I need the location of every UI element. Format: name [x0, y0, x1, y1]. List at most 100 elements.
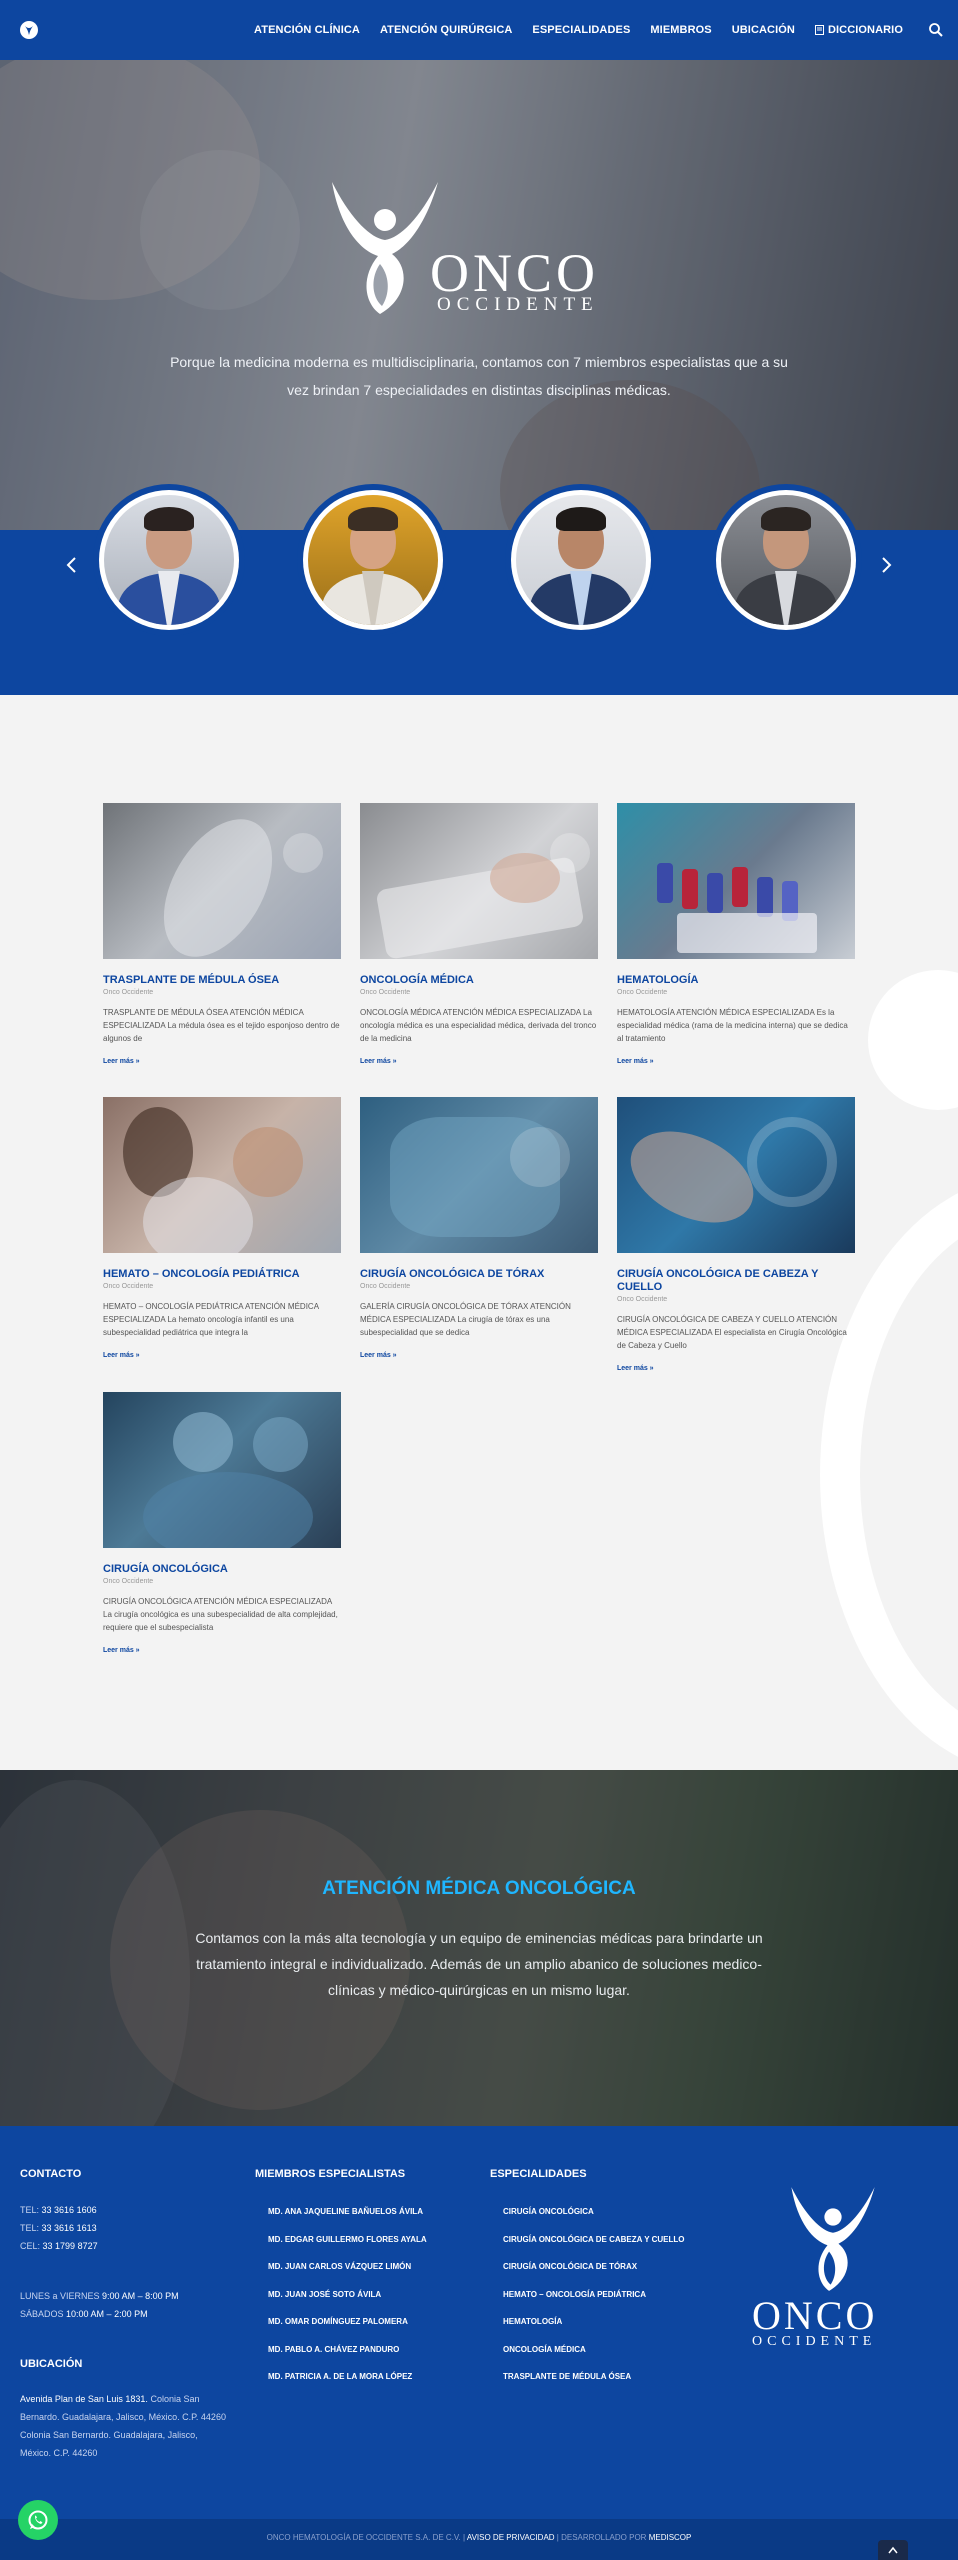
- whatsapp-button[interactable]: [18, 2500, 58, 2540]
- footer-phone[interactable]: TEL: 33 3616 1613: [20, 2219, 97, 2237]
- nav-item-diccionario-label: DICCIONARIO: [827, 24, 903, 36]
- logo-icon[interactable]: [20, 21, 38, 39]
- specialty-title[interactable]: HEMATOLOGÍA: [617, 974, 855, 987]
- specialty-image: [617, 803, 855, 959]
- book-icon: [814, 25, 824, 35]
- address-line: Bernardo. Guadalajara, Jalisco, México. …: [20, 2412, 226, 2422]
- specialty-author: Onco Occidente: [360, 989, 411, 996]
- hero-brand-word: ONCO: [430, 243, 600, 303]
- specialty-excerpt: ONCOLOGÍA MÉDICA ATENCIÓN MÉDICA ESPECIA…: [360, 1008, 597, 1043]
- developer-prefix: | DESARROLLADO POR: [556, 2533, 647, 2542]
- onco-figure-icon: [332, 182, 438, 314]
- read-more-link[interactable]: Leer más »: [103, 1058, 341, 1065]
- specialty-card[interactable]: CIRUGÍA ONCOLÓGICA DE CABEZA Y CUELLO On…: [617, 1097, 855, 1372]
- footer-specialty-link[interactable]: HEMATOLOGÍA: [503, 2315, 685, 2343]
- specialty-card[interactable]: TRASPLANTE DE MÉDULA ÓSEA Onco Occidente…: [103, 803, 341, 1065]
- footer-members-list: MD. ANA JAQUELINE BAÑUELOS ÁVILA MD. EDG…: [268, 2205, 427, 2398]
- developer-link[interactable]: MEDISCOP: [649, 2533, 692, 2542]
- back-to-top-button[interactable]: [878, 2540, 908, 2560]
- footer-phone[interactable]: TEL: 33 3616 1606: [20, 2201, 97, 2219]
- footer-member-link[interactable]: MD. PATRICIA A. DE LA MORA LÓPEZ: [268, 2370, 427, 2398]
- footer-specialty-link[interactable]: ONCOLOGÍA MÉDICA: [503, 2343, 685, 2371]
- specialty-excerpt: GALERÍA CIRUGÍA ONCOLÓGICA DE TÓRAX ATEN…: [360, 1302, 571, 1337]
- chevron-right-icon[interactable]: [874, 553, 898, 577]
- footer-member-link[interactable]: MD. JUAN CARLOS VÁZQUEZ LIMÓN: [268, 2260, 427, 2288]
- specialty-author: Onco Occidente: [617, 1296, 668, 1303]
- hours-label: SÁBADOS: [20, 2309, 64, 2319]
- copyright-text: ONCO HEMATOLOGÍA DE OCCIDENTE S.A. DE C.…: [0, 2533, 958, 2542]
- specialty-author: Onco Occidente: [103, 989, 154, 996]
- specialty-image: [103, 1392, 341, 1548]
- footer-specialty-link[interactable]: CIRUGÍA ONCOLÓGICA: [503, 2205, 685, 2233]
- specialty-title[interactable]: ONCOLOGÍA MÉDICA: [360, 974, 598, 987]
- specialty-title[interactable]: TRASPLANTE DE MÉDULA ÓSEA: [103, 974, 341, 987]
- hero-section: ONCO OCCIDENTE Porque la medicina modern…: [0, 0, 958, 695]
- footer: CONTACTO TEL: 33 3616 1606 TEL: 33 3616 …: [0, 2126, 958, 2519]
- specialty-image: [360, 803, 598, 959]
- footer-member-link[interactable]: MD. ANA JAQUELINE BAÑUELOS ÁVILA: [268, 2205, 427, 2233]
- top-navigation: ATENCIÓN CLÍNICA ATENCIÓN QUIRÚRGICA ESP…: [0, 0, 958, 60]
- nav-item-atencion-clinica[interactable]: ATENCIÓN CLÍNICA: [244, 24, 370, 36]
- privacy-link[interactable]: AVISO DE PRIVACIDAD: [467, 2533, 555, 2542]
- member-avatar[interactable]: [710, 484, 862, 636]
- footer-phone[interactable]: CEL: 33 1799 8727: [20, 2237, 98, 2255]
- read-more-link[interactable]: Leer más »: [103, 1352, 341, 1359]
- specialty-author: Onco Occidente: [103, 1283, 154, 1290]
- footer-members-heading: MIEMBROS ESPECIALISTAS: [255, 2168, 406, 2180]
- specialty-image: [103, 1097, 341, 1253]
- member-avatar[interactable]: [93, 484, 245, 636]
- hero-brand-logo: ONCO OCCIDENTE: [330, 178, 630, 318]
- specialty-title[interactable]: HEMATO – ONCOLOGÍA PEDIÁTRICA: [103, 1268, 341, 1281]
- address-line: Colonia San Bernardo. Guadalajara, Jalis…: [20, 2430, 198, 2440]
- member-avatar[interactable]: [297, 484, 449, 636]
- search-icon[interactable]: [928, 22, 944, 38]
- read-more-link[interactable]: Leer más »: [360, 1058, 598, 1065]
- decorative-circle: [868, 970, 958, 1110]
- nav-item-especialidades[interactable]: ESPECIALIDADES: [522, 24, 640, 36]
- specialty-excerpt: CIRUGÍA ONCOLÓGICA DE CABEZA Y CUELLO AT…: [617, 1315, 847, 1350]
- banner-description: Contamos con la más alta tecnología y un…: [195, 1930, 763, 1998]
- footer-member-link[interactable]: MD. PABLO A. CHÁVEZ PANDURO: [268, 2343, 427, 2371]
- member-avatar[interactable]: [505, 484, 657, 636]
- footer-specialty-link[interactable]: CIRUGÍA ONCOLÓGICA DE TÓRAX: [503, 2260, 685, 2288]
- specialty-card[interactable]: HEMATO – ONCOLOGÍA PEDIÁTRICA Onco Occid…: [103, 1097, 341, 1359]
- company-name: ONCO HEMATOLOGÍA DE OCCIDENTE S.A. DE C.…: [266, 2533, 466, 2542]
- chevron-up-icon: [888, 2546, 898, 2554]
- chevron-left-icon[interactable]: [60, 553, 84, 577]
- specialty-excerpt: TRASPLANTE DE MÉDULA ÓSEA ATENCIÓN MÉDIC…: [103, 1008, 340, 1043]
- phone-label: TEL:: [20, 2223, 40, 2233]
- read-more-link[interactable]: Leer más »: [617, 1365, 855, 1372]
- footer-member-link[interactable]: MD. EDGAR GUILLERMO FLORES AYALA: [268, 2233, 427, 2261]
- footer-brand-word: ONCO: [752, 2293, 878, 2338]
- specialty-image: [617, 1097, 855, 1253]
- specialty-image: [360, 1097, 598, 1253]
- nav-item-diccionario[interactable]: DICCIONARIO: [805, 24, 913, 36]
- footer-hours: LUNES a VIERNES 9:00 AM – 8:00 PM: [20, 2287, 179, 2305]
- read-more-link[interactable]: Leer más »: [617, 1058, 855, 1065]
- footer-specialty-link[interactable]: TRASPLANTE DE MÉDULA ÓSEA: [503, 2370, 685, 2398]
- read-more-link[interactable]: Leer más »: [103, 1647, 341, 1654]
- specialty-title[interactable]: CIRUGÍA ONCOLÓGICA DE TÓRAX: [360, 1268, 598, 1281]
- hours-value: 10:00 AM – 2:00 PM: [66, 2309, 148, 2319]
- footer-member-link[interactable]: MD. OMAR DOMÍNGUEZ PALOMERA: [268, 2315, 427, 2343]
- read-more-link[interactable]: Leer más »: [360, 1352, 598, 1359]
- footer-specialties-list: CIRUGÍA ONCOLÓGICA CIRUGÍA ONCOLÓGICA DE…: [503, 2205, 685, 2398]
- hours-value: 9:00 AM – 8:00 PM: [102, 2291, 179, 2301]
- nav-item-atencion-quirurgica[interactable]: ATENCIÓN QUIRÚRGICA: [370, 24, 522, 36]
- specialty-card[interactable]: CIRUGÍA ONCOLÓGICA DE TÓRAX Onco Occiden…: [360, 1097, 598, 1359]
- specialty-card[interactable]: HEMATOLOGÍA Onco Occidente HEMATOLOGÍA A…: [617, 803, 855, 1065]
- specialty-excerpt: HEMATO – ONCOLOGÍA PEDIÁTRICA ATENCIÓN M…: [103, 1302, 319, 1337]
- nav-item-ubicacion[interactable]: UBICACIÓN: [722, 24, 805, 36]
- onco-figure-icon: [791, 2187, 875, 2291]
- oncology-banner: ATENCIÓN MÉDICA ONCOLÓGICA Contamos con …: [0, 1770, 958, 2126]
- footer-specialty-link[interactable]: CIRUGÍA ONCOLÓGICA DE CABEZA Y CUELLO: [503, 2233, 685, 2261]
- footer-specialty-link[interactable]: HEMATO – ONCOLOGÍA PEDIÁTRICA: [503, 2288, 685, 2316]
- footer-member-link[interactable]: MD. JUAN JOSÉ SOTO ÁVILA: [268, 2288, 427, 2316]
- specialty-title[interactable]: CIRUGÍA ONCOLÓGICA: [103, 1563, 341, 1576]
- hero-brand-subtitle: OCCIDENTE: [437, 294, 599, 315]
- nav-item-miembros[interactable]: MIEMBROS: [640, 24, 721, 36]
- specialty-title[interactable]: CIRUGÍA ONCOLÓGICA DE CABEZA Y CUELLO: [617, 1268, 855, 1294]
- specialty-card[interactable]: CIRUGÍA ONCOLÓGICA Onco Occidente CIRUGÍ…: [103, 1392, 341, 1654]
- specialty-card[interactable]: ONCOLOGÍA MÉDICA Onco Occidente ONCOLOGÍ…: [360, 803, 598, 1065]
- specialty-author: Onco Occidente: [360, 1283, 411, 1290]
